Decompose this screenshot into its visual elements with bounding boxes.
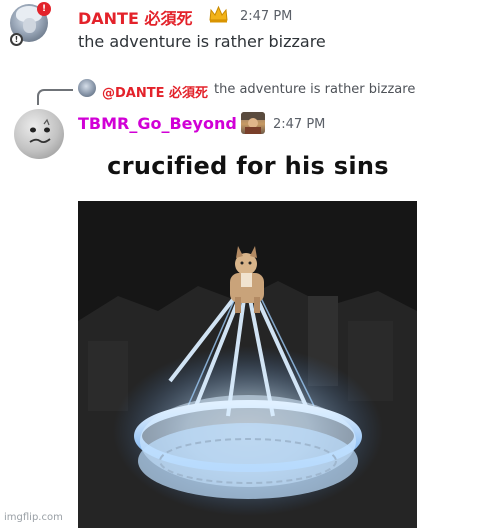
timestamp: 2:47 PM	[240, 9, 293, 24]
face-icon	[29, 118, 51, 144]
reply-connector	[37, 89, 73, 105]
status-badge: !	[10, 33, 23, 46]
username-dante[interactable]: DANTE 必須死	[78, 5, 192, 29]
meme-gif-image[interactable]	[78, 201, 417, 528]
reply-mention[interactable]: @DANTE 必須死	[102, 82, 208, 101]
reply-avatar[interactable]	[78, 79, 96, 97]
avatar-tbmr[interactable]	[14, 109, 64, 159]
crown-icon	[209, 5, 228, 23]
meme-caption: crucified for his sins	[107, 152, 389, 180]
username-tbmr[interactable]: TBMR_Go_Beyond	[78, 114, 237, 133]
timestamp: 2:47 PM	[273, 117, 326, 132]
message-text: the adventure is rather bizzare	[78, 32, 326, 51]
gif-artwork	[78, 201, 417, 528]
alert-badge-icon: !	[37, 2, 51, 16]
watermark: imgflip.com	[4, 512, 63, 523]
emoji-icon	[241, 112, 265, 134]
reply-preview-text[interactable]: the adventure is rather bizzare	[214, 82, 415, 97]
